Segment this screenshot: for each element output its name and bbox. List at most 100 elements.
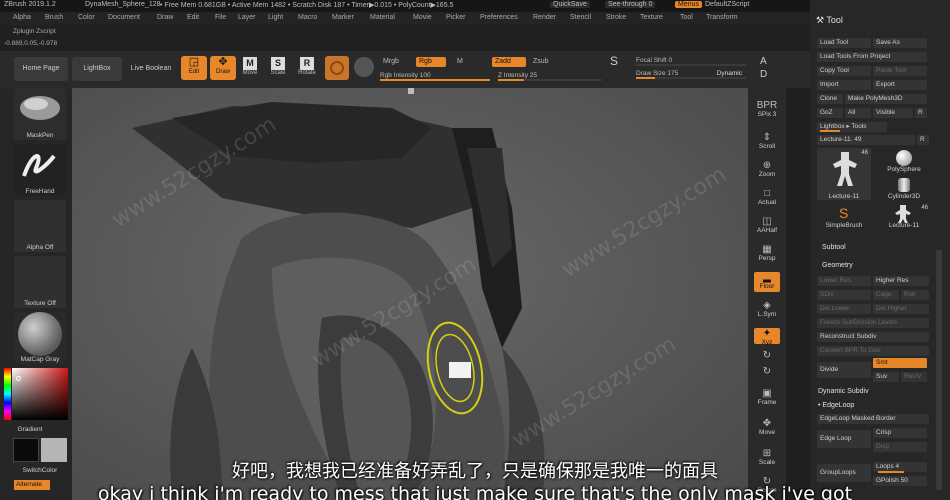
rgb-button[interactable]: Rgb	[416, 57, 446, 67]
menu-tool[interactable]: Tool	[680, 14, 693, 21]
del-higher-button[interactable]: Del Higher	[873, 304, 929, 314]
mrgb-button[interactable]: Mrgb	[380, 57, 402, 67]
freeze-subdivision-button[interactable]: Freeze SubDivision Levels	[817, 318, 929, 328]
clone-button[interactable]: Clone	[817, 94, 843, 104]
reconstruct-subdiv-button[interactable]: Reconstruct Subdiv	[817, 332, 929, 342]
rgb-intensity-slider[interactable]: Rgb Intensity 100	[380, 71, 490, 81]
cage-button[interactable]: Cage	[873, 290, 899, 300]
rotate-y-button[interactable]: ↻	[754, 350, 780, 362]
paste-tool-button[interactable]: Paste Tool	[873, 66, 927, 76]
edge-loop-button[interactable]: Edge Loop	[817, 430, 871, 448]
menu-light[interactable]: Light	[268, 14, 283, 21]
menu-brush[interactable]: Brush	[45, 14, 63, 21]
suv-toggle[interactable]: Suv	[873, 372, 899, 382]
goz-all-button[interactable]: All	[845, 108, 871, 118]
lightbox-button[interactable]: LightBox	[72, 57, 122, 81]
tool-panel-scrollbar[interactable]	[936, 250, 942, 490]
scale-button[interactable]: S Scale	[268, 57, 288, 81]
persp-button[interactable]: ▦ Persp	[754, 244, 780, 262]
zoom-button[interactable]: ⊕ Zoom	[754, 160, 780, 178]
menu-draw[interactable]: Draw	[157, 14, 173, 21]
save-as-button[interactable]: Save As	[873, 38, 927, 48]
scroll-button[interactable]: ⇕ Scroll	[754, 132, 780, 150]
seethrough-slider[interactable]: See-through 0	[605, 1, 656, 8]
edgeloop-masked-border-button[interactable]: EdgeLoop Masked Border	[817, 414, 929, 424]
a-icon[interactable]: A	[760, 56, 767, 67]
m-button[interactable]: M	[454, 57, 466, 67]
menu-transform[interactable]: Transform	[706, 14, 738, 21]
hue-strip[interactable]	[4, 368, 11, 420]
goz-button[interactable]: GoZ	[817, 108, 843, 118]
color-picker[interactable]	[12, 368, 68, 420]
frame-button[interactable]: ▣ Frame	[754, 388, 780, 406]
menu-document[interactable]: Document	[108, 14, 140, 21]
load-tools-from-project-button[interactable]: Load Tools From Project	[817, 52, 927, 62]
lower-res-button[interactable]: Lower Res	[817, 276, 871, 286]
menu-movie[interactable]: Movie	[413, 14, 432, 21]
higher-res-button[interactable]: Higher Res	[873, 276, 929, 286]
xyz-button[interactable]: ✦ Xyz	[754, 328, 780, 346]
zadd-button[interactable]: Zadd	[492, 57, 526, 67]
focal-shift-slider[interactable]: Focal Shift 0	[636, 56, 746, 66]
menus-toggle[interactable]: Menus	[675, 1, 703, 8]
z-intensity-slider[interactable]: Z Intensity 25	[498, 71, 602, 81]
menu-layer[interactable]: Layer	[238, 14, 256, 21]
tray-divider[interactable]	[786, 88, 810, 500]
load-tool-button[interactable]: Load Tool	[817, 38, 871, 48]
move-button[interactable]: M Move	[240, 57, 260, 81]
rotate-button[interactable]: R Rotate	[297, 57, 317, 81]
sculpt-brush-icon[interactable]	[325, 56, 349, 80]
subtool-section[interactable]: Subtool	[822, 244, 846, 251]
disp-slider[interactable]: Disp	[873, 442, 927, 452]
actual-button[interactable]: □ Actual	[754, 188, 780, 206]
make-polymesh3d-button[interactable]: Make PolyMesh3D	[845, 94, 927, 104]
menu-stencil[interactable]: Stencil	[570, 14, 591, 21]
d-icon[interactable]: D	[760, 69, 767, 80]
tool-thumb-cylinder[interactable]	[878, 176, 930, 194]
menu-texture[interactable]: Texture	[640, 14, 663, 21]
current-tool-slider[interactable]: Lecture-11. 49	[817, 135, 915, 145]
canvas-handle-icon[interactable]	[408, 88, 414, 94]
divide-button[interactable]: Divide	[817, 362, 871, 378]
rotate-z-button[interactable]: ↻	[754, 366, 780, 378]
reuv-button[interactable]: ReUV	[901, 372, 927, 382]
live-boolean-button[interactable]: Live Boolean	[124, 57, 178, 81]
move-view-button[interactable]: ✥ Move	[754, 418, 780, 436]
dynamic-toggle[interactable]: Dynamic	[717, 69, 742, 78]
import-button[interactable]: Import	[817, 80, 871, 90]
geometry-section[interactable]: Geometry	[822, 262, 853, 269]
smt-toggle[interactable]: Smt	[873, 358, 927, 368]
edgeloop-section[interactable]: • EdgeLoop	[818, 402, 854, 409]
lsym-button[interactable]: ◈ L.Sym	[754, 300, 780, 318]
menu-alpha[interactable]: Alpha	[13, 14, 31, 21]
menu-preferences[interactable]: Preferences	[480, 14, 518, 21]
zplugin-zscript-menus[interactable]: Zplugin Zscript	[13, 28, 56, 35]
floor-button[interactable]: ▂ Floor	[754, 272, 780, 292]
menu-macro[interactable]: Macro	[298, 14, 317, 21]
menu-edit[interactable]: Edit	[187, 14, 199, 21]
tool-thumb-lecture-2[interactable]: 46	[878, 203, 930, 223]
sdiv-slider[interactable]: SDiv	[817, 290, 871, 300]
menu-file[interactable]: File	[215, 14, 226, 21]
menu-marker[interactable]: Marker	[332, 14, 354, 21]
goz-visible-button[interactable]: Visible	[873, 108, 913, 118]
del-lower-button[interactable]: Del Lower	[817, 304, 871, 314]
dynamic-subdiv-section[interactable]: Dynamic Subdiv	[818, 388, 869, 395]
menu-picker[interactable]: Picker	[446, 14, 465, 21]
menu-render[interactable]: Render	[533, 14, 556, 21]
crisp-toggle[interactable]: Crisp	[873, 428, 927, 438]
bpr-button[interactable]: BPR SPix 3	[754, 100, 780, 118]
menu-stroke[interactable]: Stroke	[606, 14, 626, 21]
aahalf-button[interactable]: ◫ AAHalf	[754, 216, 780, 234]
s-icon[interactable]: S	[610, 54, 624, 74]
edit-button[interactable]: ◲ Edit	[181, 56, 207, 80]
goz-r-button[interactable]: R	[915, 108, 927, 118]
draw-size-slider[interactable]: Draw Size 175 Dynamic	[636, 69, 746, 79]
tool-r-button[interactable]: R	[917, 135, 929, 145]
menu-color[interactable]: Color	[78, 14, 95, 21]
home-page-button[interactable]: Home Page	[14, 57, 68, 81]
quicksave-button[interactable]: QuickSave	[550, 1, 590, 8]
rstr-button[interactable]: Rstr	[901, 290, 929, 300]
draw-button[interactable]: ✥ Draw	[210, 56, 236, 80]
export-button[interactable]: Export	[873, 80, 927, 90]
